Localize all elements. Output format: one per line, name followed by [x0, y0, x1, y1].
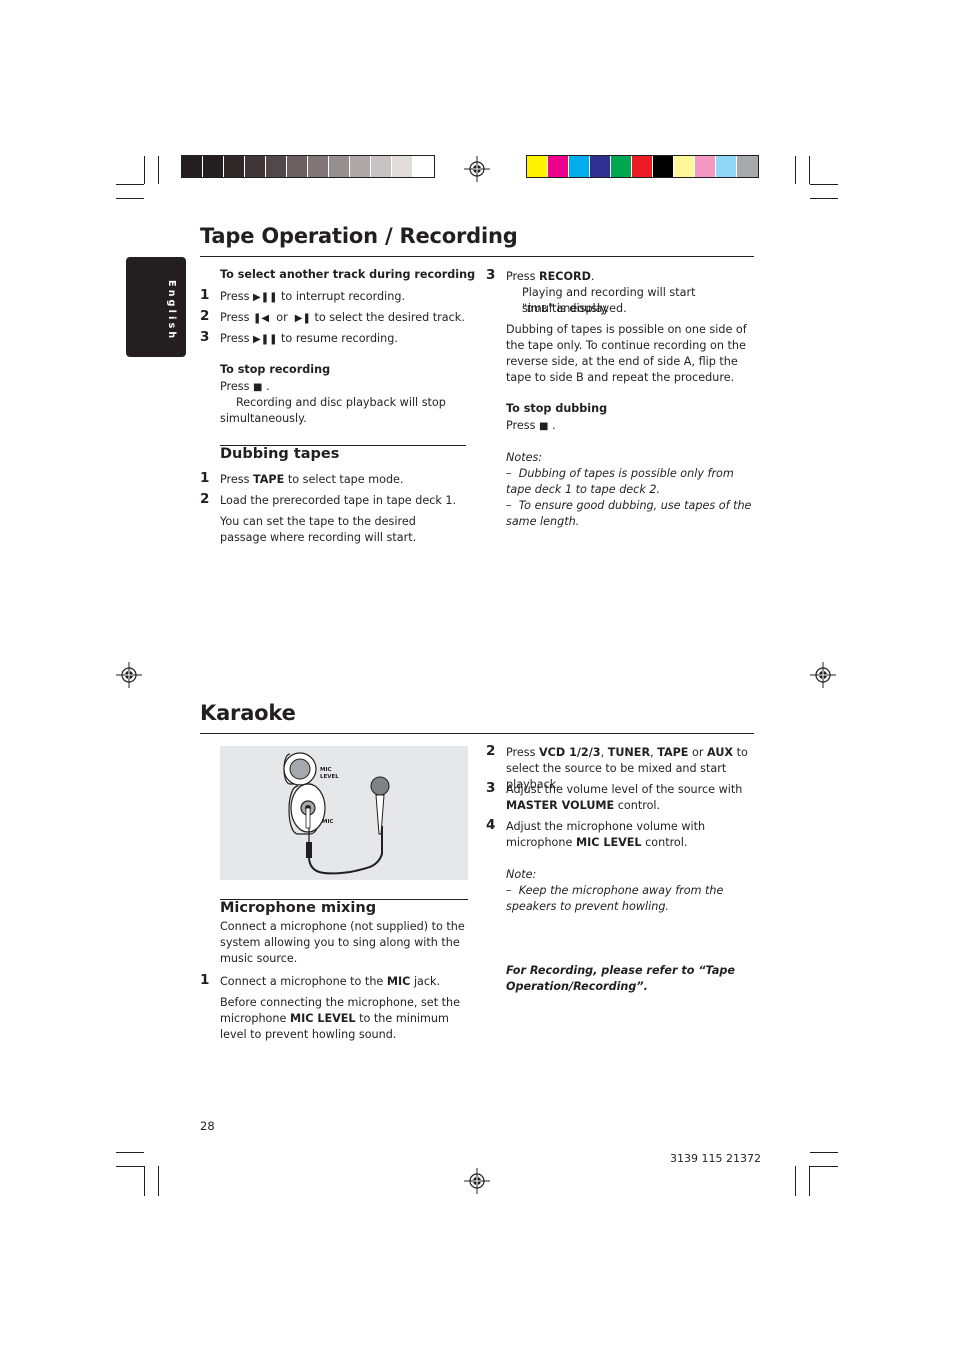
mic-mixing-heading: Microphone mixing: [220, 900, 377, 916]
stop-icon: ■: [253, 382, 263, 393]
step-number: 1: [200, 287, 210, 303]
previous-icon: ❚◀: [253, 313, 270, 324]
stop-dubbing-instruction: Press ■ .: [506, 419, 556, 432]
dubbing-step-1: Press TAPE to select tape mode.: [220, 473, 404, 486]
key-record: RECORD: [539, 270, 591, 283]
note-item: – Dubbing of tapes is possible only from…: [506, 467, 734, 496]
select-track-heading: To select another track during recording: [220, 268, 476, 281]
key-mic: MIC: [386, 975, 411, 988]
step-number: 3: [486, 267, 496, 283]
step-number: 2: [200, 308, 210, 324]
dub-display-icon: DUB: [527, 304, 549, 315]
grayscale-calibration-bar: [181, 155, 435, 178]
next-icon: ▶❚: [294, 313, 311, 324]
page-number: 28: [200, 1119, 215, 1133]
color-swatch: [590, 156, 611, 177]
dubbing-step-2: Load the prerecorded tape in tape deck 1…: [220, 494, 457, 507]
grayscale-swatch: [413, 156, 434, 177]
dubbing-paragraph: Dubbing of tapes is possible on one side…: [506, 323, 747, 384]
step-number: 1: [200, 972, 210, 988]
figure-label-mic: MIC: [322, 819, 334, 825]
color-swatch: [548, 156, 569, 177]
dubbing-step-2-extra: You can set the tape to the desired pass…: [220, 515, 417, 544]
select-track-step-2: Press ❚◀ or ▶❚ to select the desired tra…: [220, 311, 465, 324]
document-code: 3139 115 21372: [670, 1152, 761, 1165]
section-title-tape: Tape Operation / Recording: [200, 224, 518, 248]
refer-recording-note: For Recording, please refer to “Tape Ope…: [506, 964, 735, 993]
stop-recording-instruction: Press ■ .: [220, 380, 270, 393]
step-number: 3: [486, 780, 496, 796]
grayscale-swatch: [371, 156, 392, 177]
dubbing-heading: Dubbing tapes: [220, 446, 340, 462]
stop-recording-result: Recording and disc playback will stop si…: [220, 396, 446, 425]
title-rule: [200, 256, 754, 257]
step-number: 2: [486, 743, 496, 759]
color-swatch: [632, 156, 653, 177]
mic-step-1-extra: Before connecting the microphone, set th…: [220, 996, 460, 1041]
step-number: 2: [200, 491, 210, 507]
color-swatch: [737, 156, 758, 177]
karaoke-step-4: Adjust the microphone volume with microp…: [506, 820, 706, 849]
color-swatch: [569, 156, 590, 177]
dub-display-text: "DUB" is displayed.: [522, 302, 627, 315]
registration-mark-icon: [810, 662, 836, 688]
mic-mixing-intro: Connect a microphone (not supplied) to t…: [220, 920, 465, 965]
stop-icon: ■: [539, 421, 549, 432]
language-tab-label: English: [166, 280, 177, 342]
grayscale-swatch: [329, 156, 350, 177]
grayscale-swatch: [287, 156, 308, 177]
stop-dubbing-heading: To stop dubbing: [506, 402, 608, 415]
note-item: – To ensure good dubbing, use tapes of t…: [506, 499, 752, 528]
color-swatch: [653, 156, 674, 177]
note-label: Note:: [506, 868, 537, 881]
key-mic-level: MIC LEVEL: [289, 1012, 356, 1025]
step-number: 4: [486, 817, 496, 833]
karaoke-step-3: Adjust the volume level of the source wi…: [506, 783, 743, 812]
color-swatch: [674, 156, 695, 177]
grayscale-swatch: [308, 156, 329, 177]
mic-step-1: Connect a microphone to the MIC jack.: [220, 975, 441, 988]
grayscale-swatch: [203, 156, 224, 177]
color-swatch: [695, 156, 716, 177]
key-tape: TAPE: [253, 473, 285, 486]
registration-mark-icon: [464, 1168, 490, 1194]
step-number: 3: [200, 329, 210, 345]
record-step-3: Press RECORD.: [506, 270, 595, 283]
grayscale-swatch: [224, 156, 245, 177]
microphone-connection-figure: MIC LEVEL MIC: [220, 746, 468, 880]
registration-mark-icon: [464, 156, 490, 182]
step-number: 1: [200, 470, 210, 486]
grayscale-swatch: [245, 156, 266, 177]
color-calibration-bar: [526, 155, 759, 178]
microphone-illustration: MIC LEVEL MIC: [283, 752, 390, 875]
grayscale-swatch: [266, 156, 287, 177]
language-tab: [126, 257, 186, 357]
play-pause-icon: ▶❚❚: [253, 334, 278, 345]
stop-recording-heading: To stop recording: [220, 363, 331, 376]
section-title-karaoke: Karaoke: [200, 701, 296, 725]
figure-label-mic-level: MIC: [320, 767, 332, 773]
select-track-step-1: Press ▶❚❚ to interrupt recording.: [220, 290, 406, 303]
select-track-step-3: Press ▶❚❚ to resume recording.: [220, 332, 398, 345]
grayscale-swatch: [392, 156, 413, 177]
play-pause-icon: ▶❚❚: [253, 292, 278, 303]
color-swatch: [527, 156, 548, 177]
grayscale-swatch: [350, 156, 371, 177]
color-swatch: [716, 156, 737, 177]
notes-label: Notes:: [506, 451, 543, 464]
color-swatch: [611, 156, 632, 177]
registration-mark-icon: [116, 662, 142, 688]
svg-text:LEVEL: LEVEL: [320, 774, 339, 780]
grayscale-swatch: [182, 156, 203, 177]
note-item: – Keep the microphone away from the spea…: [506, 884, 724, 913]
title-rule: [200, 733, 754, 734]
